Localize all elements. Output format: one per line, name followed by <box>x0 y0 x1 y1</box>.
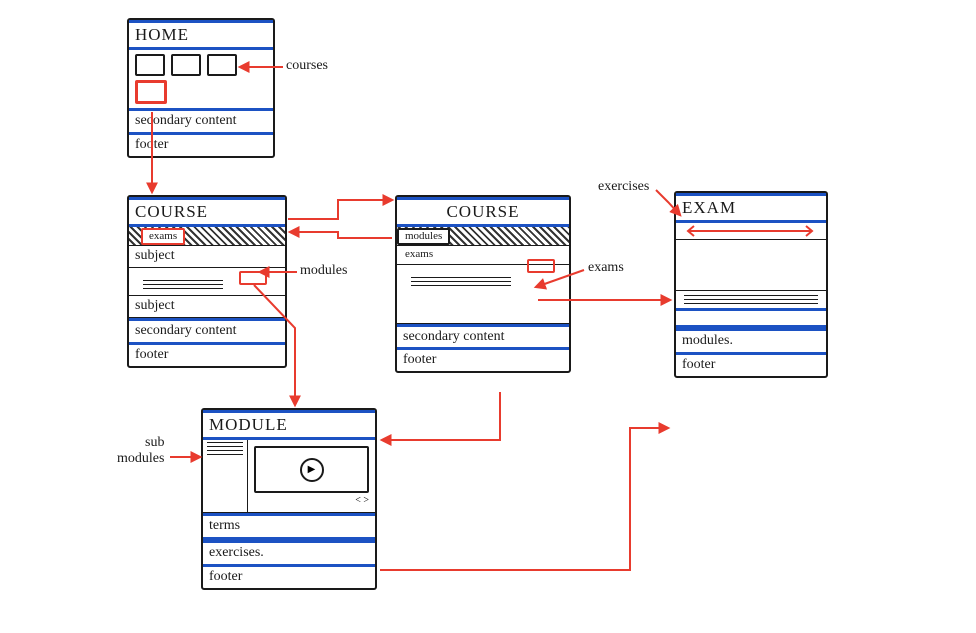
wireframe-exam: Exam modules. footer <box>674 191 828 378</box>
exam-exercise-nav <box>676 223 826 240</box>
annot-exercises: exercises <box>598 179 649 195</box>
home-courses-row <box>129 80 273 108</box>
module-chip-selected <box>239 271 267 285</box>
course-a-secondary: secondary content <box>129 318 285 345</box>
annot-submodules: sub modules <box>117 435 164 467</box>
tab-modules: modules <box>397 228 450 245</box>
course-a-subject: subject <box>129 246 285 268</box>
wireframe-module: module ▶ < > terms exercises. footer <box>201 408 377 590</box>
course-a-module-list <box>129 268 285 296</box>
course-card <box>207 54 237 76</box>
course-b-title: COURSE <box>397 197 569 227</box>
exam-title: Exam <box>676 193 826 223</box>
exam-footer: footer <box>676 355 826 376</box>
course-b-secondary: secondary content <box>397 324 569 351</box>
home-title: HOME <box>129 20 273 50</box>
course-b-footer: footer <box>397 350 569 371</box>
play-icon: ▶ <box>300 458 324 482</box>
home-secondary: secondary content <box>129 108 273 135</box>
module-pager: < > <box>254 495 369 506</box>
exam-question-block <box>676 240 826 291</box>
exam-answer-lines <box>676 291 826 308</box>
module-body: ▶ < > <box>203 440 375 513</box>
module-terms: terms <box>203 513 375 540</box>
course-card <box>135 54 165 76</box>
module-video-player: ▶ <box>254 446 369 493</box>
course-b-exam-list <box>397 265 569 324</box>
annot-modules: modules <box>300 263 347 279</box>
course-a-tabbar: exams <box>129 227 285 246</box>
course-a-title: COURSE <box>129 197 285 227</box>
course-a-footer: footer <box>129 345 285 366</box>
course-card <box>171 54 201 76</box>
home-footer: footer <box>129 135 273 156</box>
exam-modules: modules. <box>676 328 826 355</box>
module-submodule-list <box>203 440 248 512</box>
module-footer: footer <box>203 567 375 588</box>
course-card-selected <box>135 80 167 104</box>
course-b-tabbar: modules <box>397 227 569 246</box>
module-title: module <box>203 410 375 440</box>
home-courses-row <box>129 50 273 80</box>
module-exercises: exercises. <box>203 540 375 567</box>
wireframe-course-subjects: COURSE exams subject subject secondary c… <box>127 195 287 368</box>
horiz-scroll-icon <box>682 225 820 237</box>
annot-exams: exams <box>588 260 624 276</box>
exam-spacer <box>676 308 826 328</box>
course-a-subject2: subject <box>129 296 285 318</box>
exam-chip-selected <box>527 259 555 273</box>
wireframe-home: HOME secondary content footer <box>127 18 275 158</box>
tab-exams: exams <box>141 228 185 245</box>
annot-courses: courses <box>286 58 328 74</box>
wireframe-course-exams: COURSE modules exams secondary content f… <box>395 195 571 373</box>
